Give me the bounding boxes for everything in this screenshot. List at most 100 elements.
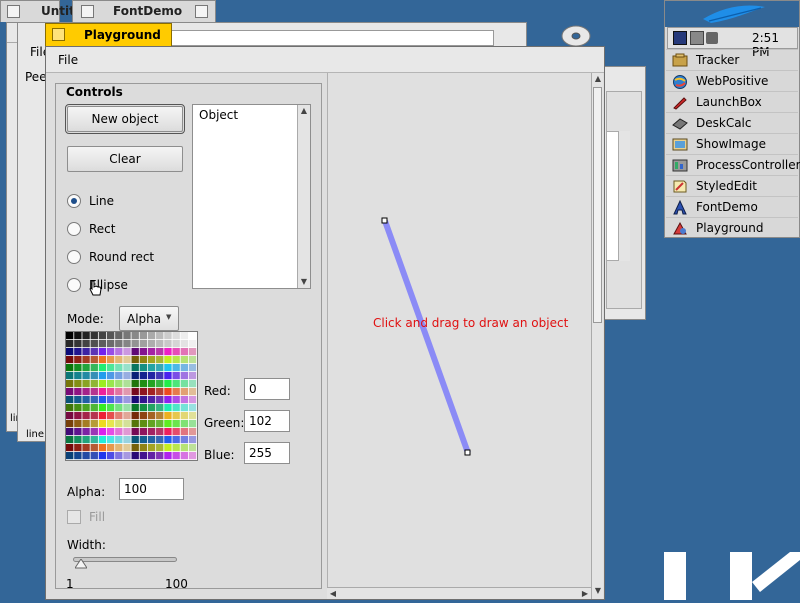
color-swatch[interactable] bbox=[106, 420, 115, 428]
color-swatch[interactable] bbox=[156, 444, 164, 452]
color-swatch[interactable] bbox=[106, 332, 115, 340]
color-swatch[interactable] bbox=[115, 348, 123, 356]
color-swatch[interactable] bbox=[131, 428, 139, 436]
color-swatch[interactable] bbox=[180, 332, 189, 340]
color-swatch[interactable] bbox=[74, 444, 82, 452]
color-swatch[interactable] bbox=[66, 348, 74, 356]
color-swatch[interactable] bbox=[123, 364, 131, 372]
color-swatch[interactable] bbox=[139, 404, 148, 412]
color-swatch[interactable] bbox=[172, 412, 180, 420]
color-swatch[interactable] bbox=[74, 348, 82, 356]
color-swatch[interactable] bbox=[106, 372, 115, 380]
color-swatch[interactable] bbox=[74, 428, 82, 436]
color-swatch[interactable] bbox=[90, 396, 98, 404]
color-swatch[interactable] bbox=[98, 452, 107, 460]
color-swatch[interactable] bbox=[139, 332, 148, 340]
color-swatch[interactable] bbox=[156, 420, 164, 428]
color-swatch[interactable] bbox=[82, 404, 90, 412]
color-swatch[interactable] bbox=[115, 396, 123, 404]
color-swatch[interactable] bbox=[131, 404, 139, 412]
color-swatch[interactable] bbox=[66, 444, 74, 452]
color-swatch[interactable] bbox=[164, 428, 172, 436]
color-swatch[interactable] bbox=[98, 428, 107, 436]
color-swatch[interactable] bbox=[188, 404, 197, 412]
fill-checkbox[interactable]: Fill bbox=[67, 509, 147, 527]
canvas-horizontal-scrollbar[interactable]: ◀ ▶ bbox=[327, 587, 591, 599]
color-swatch[interactable] bbox=[66, 428, 74, 436]
color-swatch[interactable] bbox=[156, 372, 164, 380]
color-swatch[interactable] bbox=[188, 428, 197, 436]
color-swatch[interactable] bbox=[123, 436, 131, 444]
object-list-scrollbar[interactable]: ▲ ▼ bbox=[297, 105, 310, 288]
color-swatch[interactable] bbox=[188, 332, 197, 340]
color-swatch[interactable] bbox=[156, 404, 164, 412]
color-swatch[interactable] bbox=[147, 404, 156, 412]
color-swatch[interactable] bbox=[172, 340, 180, 348]
color-swatch[interactable] bbox=[131, 412, 139, 420]
color-swatch[interactable] bbox=[74, 396, 82, 404]
color-swatch[interactable] bbox=[131, 348, 139, 356]
color-swatch[interactable] bbox=[106, 380, 115, 388]
color-swatch[interactable] bbox=[123, 356, 131, 364]
color-swatch[interactable] bbox=[82, 372, 90, 380]
color-swatch[interactable] bbox=[90, 436, 98, 444]
color-swatch[interactable] bbox=[180, 356, 189, 364]
color-swatch[interactable] bbox=[180, 444, 189, 452]
drawing-canvas[interactable]: Click and drag to draw an object bbox=[327, 73, 591, 587]
color-swatch[interactable] bbox=[123, 452, 131, 460]
color-swatch[interactable] bbox=[156, 364, 164, 372]
fontdemo-window-tab[interactable]: FontDemo bbox=[72, 0, 216, 22]
color-swatch[interactable] bbox=[115, 444, 123, 452]
color-swatch[interactable] bbox=[90, 356, 98, 364]
color-swatch[interactable] bbox=[156, 396, 164, 404]
color-swatch[interactable] bbox=[98, 388, 107, 396]
color-swatch[interactable] bbox=[123, 444, 131, 452]
color-swatch[interactable] bbox=[131, 436, 139, 444]
color-swatch[interactable] bbox=[123, 372, 131, 380]
color-swatch[interactable] bbox=[139, 372, 148, 380]
color-swatch[interactable] bbox=[164, 452, 172, 460]
color-swatch[interactable] bbox=[147, 444, 156, 452]
color-swatch[interactable] bbox=[188, 380, 197, 388]
color-swatch[interactable] bbox=[66, 452, 74, 460]
deskbar-item-styledit[interactable]: StyledEdit bbox=[666, 175, 798, 196]
color-swatch[interactable] bbox=[156, 436, 164, 444]
color-swatch[interactable] bbox=[82, 396, 90, 404]
color-swatch[interactable] bbox=[180, 396, 189, 404]
color-swatch[interactable] bbox=[66, 436, 74, 444]
red-field[interactable]: 0 bbox=[244, 378, 290, 400]
background-scrollbar[interactable] bbox=[618, 131, 630, 261]
color-swatch[interactable] bbox=[139, 356, 148, 364]
color-swatch[interactable] bbox=[164, 340, 172, 348]
color-swatch[interactable] bbox=[82, 436, 90, 444]
color-swatch[interactable] bbox=[131, 388, 139, 396]
deskbar-item-showimage[interactable]: ShowImage bbox=[666, 133, 798, 154]
color-swatch[interactable] bbox=[115, 332, 123, 340]
color-swatch[interactable] bbox=[90, 372, 98, 380]
color-swatch[interactable] bbox=[139, 436, 148, 444]
color-swatch[interactable] bbox=[74, 340, 82, 348]
color-swatch[interactable] bbox=[147, 420, 156, 428]
color-swatch[interactable] bbox=[106, 364, 115, 372]
color-swatch[interactable] bbox=[82, 428, 90, 436]
color-swatch[interactable] bbox=[139, 380, 148, 388]
color-swatch[interactable] bbox=[188, 420, 197, 428]
color-swatch[interactable] bbox=[139, 348, 148, 356]
color-swatch[interactable] bbox=[131, 340, 139, 348]
color-swatch[interactable] bbox=[180, 364, 189, 372]
mode-dropdown[interactable]: Alpha ▼ bbox=[119, 306, 179, 331]
canvas-drawing[interactable] bbox=[328, 73, 591, 587]
color-swatch[interactable] bbox=[90, 364, 98, 372]
color-swatch[interactable] bbox=[82, 388, 90, 396]
color-swatch[interactable] bbox=[123, 396, 131, 404]
color-swatch[interactable] bbox=[147, 364, 156, 372]
color-swatch[interactable] bbox=[115, 404, 123, 412]
color-swatch[interactable] bbox=[98, 332, 107, 340]
color-swatch[interactable] bbox=[98, 396, 107, 404]
color-swatch[interactable] bbox=[180, 348, 189, 356]
color-swatch[interactable] bbox=[123, 340, 131, 348]
color-swatch[interactable] bbox=[164, 332, 172, 340]
color-swatch[interactable] bbox=[147, 380, 156, 388]
deskbar-item-deskcalc[interactable]: DeskCalc bbox=[666, 112, 798, 133]
color-swatch[interactable] bbox=[66, 420, 74, 428]
